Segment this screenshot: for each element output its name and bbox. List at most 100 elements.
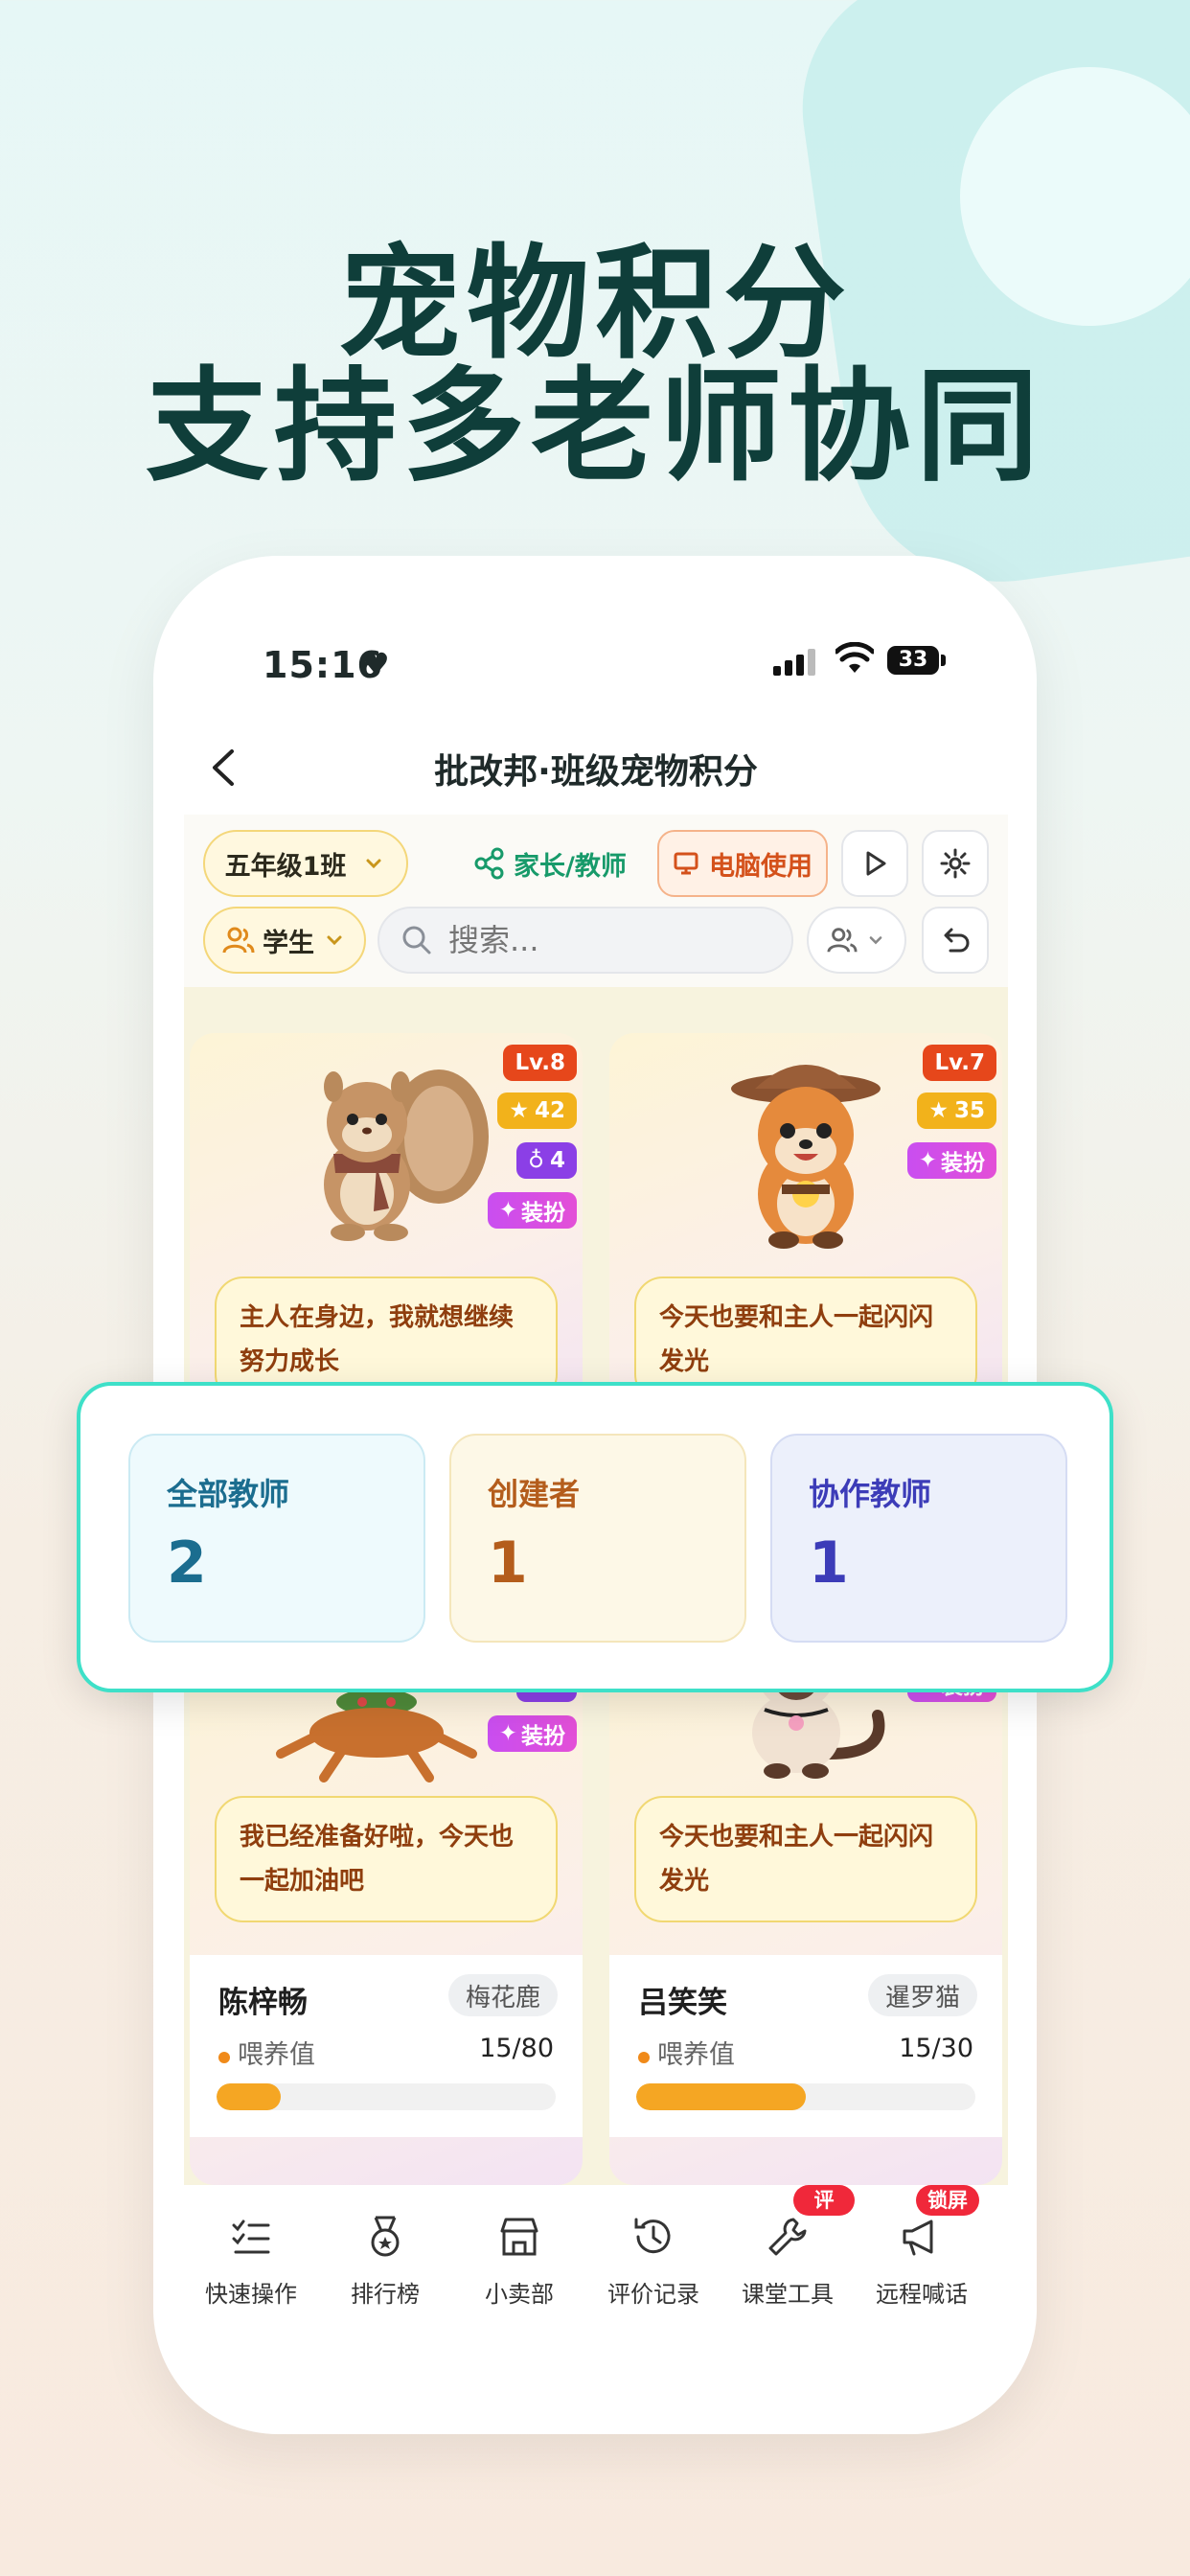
undo-icon: [944, 928, 970, 953]
feed-progress-bar: [217, 2083, 556, 2110]
search-input[interactable]: [448, 922, 755, 958]
pet-card[interactable]: Lv.7 ★ 35 ✦ 装扮 今天也要和主人一起闪闪发光: [609, 1033, 1002, 1436]
stat-card-collaborators: 协作教师 1: [770, 1434, 1067, 1643]
class-select[interactable]: 五年级1班: [203, 830, 408, 897]
megaphone-icon: [903, 2220, 933, 2256]
wifi-icon: [835, 642, 874, 673]
pet-type-badge: 梅花鹿: [447, 1974, 558, 2016]
tab-quick-actions[interactable]: 快速操作: [184, 2214, 318, 2309]
dress-up-button[interactable]: ✦装扮: [487, 1192, 577, 1229]
headline-line1: 宠物积分: [337, 233, 852, 376]
tab-label: 排行榜: [351, 2281, 420, 2308]
sparkle-icon: ✦: [498, 1721, 517, 1746]
student-select[interactable]: 学生: [203, 907, 366, 974]
dress-up-button[interactable]: ✦装扮: [906, 1142, 996, 1179]
stat-label: 全部教师: [167, 1476, 290, 1512]
dress-label: 装扮: [941, 1151, 985, 1176]
class-select-label: 五年级1班: [224, 851, 347, 882]
monitor-icon: [674, 852, 698, 875]
tab-tag-badge: 评语: [793, 2185, 855, 2242]
gear-icon: [940, 848, 971, 879]
signal-icon: [773, 647, 817, 676]
dress-label: 装扮: [521, 1724, 565, 1749]
share-icon: [474, 847, 504, 880]
stat-value: 2: [167, 1530, 207, 1597]
pet-card[interactable]: Lv.8 ★ 42 ♁ 4 ✦ 装扮 主人在身边，我就想继续努力成长: [190, 1033, 583, 1436]
history-icon: [634, 2218, 671, 2254]
student-name: 吕笑笑: [638, 1986, 727, 2020]
star-icon: ★: [509, 1098, 529, 1123]
pet-info: 陈梓畅 梅花鹿 喂养值 15/80: [190, 1955, 583, 2137]
tab-evaluation-history[interactable]: 评价记录: [586, 2214, 721, 2309]
tab-leaderboard[interactable]: 排行榜: [318, 2214, 452, 2309]
group-filter-select[interactable]: [807, 907, 906, 974]
pet-card[interactable]: ★18 ✦装扮 今天也要和主人一起闪闪发光 吕笑笑 暹罗猫 喂养值 15/30: [609, 1610, 1002, 2185]
feed-label-text: 喂养值: [238, 2040, 315, 2070]
toolbar: 五年级1班 家长/教师 电脑使用 学生: [184, 815, 1008, 987]
sparkle-icon: ✦: [498, 1198, 517, 1223]
pet-info: 吕笑笑 暹罗猫 喂养值 15/30: [609, 1955, 1002, 2137]
tab-label: 远程喊话: [876, 2281, 968, 2308]
medal-icon: ♁: [528, 1148, 544, 1173]
battery-cap: [941, 655, 946, 666]
feed-value: 15/80: [479, 2034, 554, 2063]
feed-dot: [218, 2052, 230, 2063]
feed-value: 15/30: [899, 2034, 973, 2063]
teacher-stats-panel: 全部教师 2 创建者 1 协作教师 1: [77, 1382, 1113, 1692]
stat-value: 1: [488, 1530, 528, 1597]
tab-tag-badge: 锁屏: [916, 2185, 979, 2216]
feed-dot: [638, 2052, 650, 2063]
search-icon: [402, 926, 431, 954]
feed-progress-fill: [217, 2083, 282, 2110]
stat-value: 1: [809, 1530, 849, 1597]
feed-label: 喂养值: [218, 2034, 315, 2071]
medal-count: 4: [549, 1148, 565, 1173]
tab-label: 快速操作: [205, 2281, 297, 2308]
medal-icon: [371, 2216, 400, 2257]
student-name: 陈梓畅: [218, 1986, 308, 2020]
nav-bar: 批改邦·班级宠物积分: [184, 719, 1008, 815]
battery-icon: 33: [887, 646, 939, 675]
search-box[interactable]: [378, 907, 793, 974]
shop-icon: [500, 2218, 538, 2256]
parent-teacher-share-button[interactable]: 家长/教师: [466, 830, 634, 897]
chevron-down-icon: [327, 935, 342, 946]
star-badge: ★ 42: [497, 1092, 577, 1129]
tab-remote-broadcast[interactable]: 远程喊话 锁屏: [855, 2185, 989, 2309]
parent-teacher-label: 家长/教师: [514, 851, 627, 882]
dress-label: 装扮: [521, 1201, 565, 1226]
sparkle-icon: ✦: [918, 1148, 937, 1173]
stat-card-creator: 创建者 1: [449, 1434, 746, 1643]
student-select-label: 学生: [263, 928, 314, 958]
undo-button[interactable]: [922, 907, 989, 974]
star-icon: ★: [928, 1098, 949, 1123]
pet-card[interactable]: ★43 ♁4 ✦装扮 我已经准备好啦，今天也一起加油吧 陈梓畅 梅花鹿 喂养值 …: [190, 1610, 583, 2185]
checklist-icon: [232, 2220, 270, 2254]
stat-label: 创建者: [488, 1476, 581, 1512]
level-badge: Lv.7: [923, 1045, 996, 1081]
chevron-down-icon: [869, 936, 882, 945]
stat-card-all-teachers: 全部教师 2: [128, 1434, 425, 1643]
stat-label: 协作教师: [809, 1476, 932, 1512]
chevron-down-icon: [366, 859, 381, 869]
shiba-dog-icon: [731, 1065, 881, 1249]
tab-shop[interactable]: 小卖部: [452, 2214, 586, 2309]
play-button[interactable]: [841, 830, 908, 897]
squirrel-icon: [324, 1070, 489, 1241]
feed-progress-fill: [636, 2083, 806, 2110]
pet-type-badge: 暹罗猫: [867, 1974, 977, 2016]
settings-button[interactable]: [922, 830, 989, 897]
heart-icon: ♥: [362, 646, 390, 682]
star-badge: ★ 35: [917, 1092, 996, 1129]
pet-quote: 我已经准备好啦，今天也一起加油吧: [215, 1796, 558, 1922]
tab-class-tools[interactable]: 课堂工具 评语: [721, 2185, 855, 2309]
pc-use-label: 电脑使用: [709, 851, 812, 882]
star-count: 35: [953, 1098, 985, 1123]
pc-use-button[interactable]: 电脑使用: [657, 830, 828, 897]
feed-label-text: 喂养值: [657, 2040, 735, 2070]
dress-up-button[interactable]: ✦装扮: [487, 1715, 577, 1752]
bottom-tab-bar: 快速操作 排行榜 小卖部 评价记录 课堂工具 评语 远程喊话 锁屏: [184, 2185, 1008, 2358]
star-count: 42: [534, 1098, 565, 1123]
medal-badge: ♁4: [516, 1142, 577, 1179]
users-icon: [827, 928, 858, 953]
